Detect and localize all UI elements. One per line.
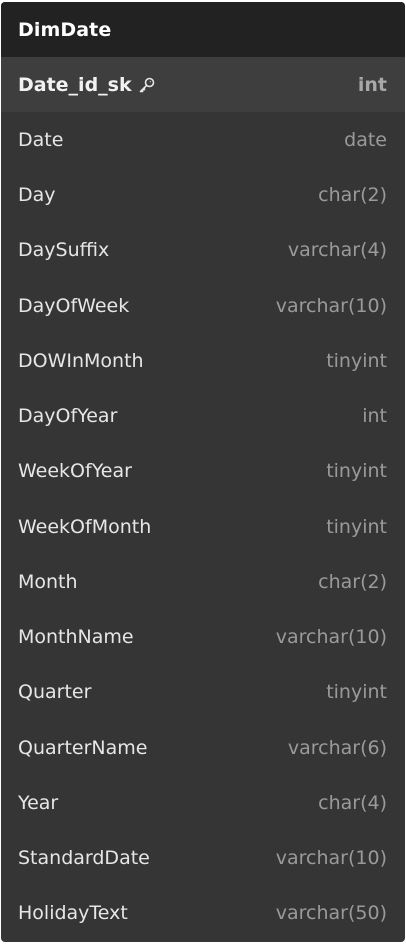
column-type: int: [357, 73, 387, 96]
column-row[interactable]: QuarterName varchar(6): [1, 720, 405, 775]
column-name-wrap: Month: [18, 571, 78, 593]
column-name-wrap: StandardDate: [18, 847, 150, 869]
column-type: tinyint: [326, 349, 387, 372]
column-name-wrap: DayOfWeek: [18, 295, 129, 317]
column-type: char(2): [318, 570, 387, 593]
column-type: date: [344, 128, 387, 151]
column-name: MonthName: [18, 626, 134, 649]
column-type: varchar(6): [287, 736, 387, 759]
column-name: Date_id_sk: [18, 73, 132, 96]
column-name: Date: [18, 128, 64, 151]
column-name: Day: [18, 184, 56, 207]
column-name: StandardDate: [18, 847, 150, 870]
column-name-wrap: Quarter: [18, 681, 91, 703]
column-row[interactable]: Day char(2): [1, 168, 405, 223]
column-row[interactable]: Date date: [1, 112, 405, 167]
column-name: DOWInMonth: [18, 349, 144, 372]
column-name-wrap: WeekOfMonth: [18, 516, 151, 538]
column-name-wrap: Day: [18, 184, 56, 206]
column-name-wrap: HolidayText: [18, 902, 128, 924]
table-card-dimdate[interactable]: DimDate Date_id_sk int Date date Day char(2) D…: [1, 2, 405, 942]
column-row[interactable]: MonthName varchar(10): [1, 610, 405, 665]
column-row[interactable]: StandardDate varchar(10): [1, 831, 405, 886]
column-name-wrap: MonthName: [18, 626, 134, 648]
column-list: Date_id_sk int Date date Day char(2) DaySuffix…: [1, 57, 405, 941]
column-name: WeekOfMonth: [18, 515, 152, 538]
column-row[interactable]: WeekOfYear tinyint: [1, 444, 405, 499]
column-name-wrap: Date: [18, 129, 63, 151]
column-name: HolidayText: [18, 902, 128, 925]
column-name-wrap: Year: [18, 792, 58, 814]
column-name: Month: [18, 570, 78, 593]
column-type: varchar(10): [275, 294, 387, 317]
column-type: tinyint: [326, 515, 387, 538]
column-name-wrap: Date_id_sk: [18, 74, 156, 96]
column-name: Quarter: [18, 681, 92, 704]
column-type: tinyint: [326, 460, 387, 483]
column-name: DayOfWeek: [18, 294, 130, 317]
column-row-primary-key[interactable]: Date_id_sk int: [1, 57, 405, 113]
key-icon: [138, 76, 156, 94]
column-type: varchar(50): [275, 902, 387, 925]
column-name-wrap: WeekOfYear: [18, 460, 132, 482]
column-row[interactable]: Quarter tinyint: [1, 665, 405, 720]
column-name-wrap: DayOfYear: [18, 405, 117, 427]
column-row[interactable]: DayOfYear int: [1, 389, 405, 444]
column-name: Year: [18, 791, 59, 814]
column-row[interactable]: DaySuffix varchar(4): [1, 223, 405, 278]
column-name-wrap: QuarterName: [18, 737, 147, 759]
column-name-wrap: DaySuffix: [18, 239, 109, 261]
column-row[interactable]: Month char(2): [1, 554, 405, 609]
column-type: varchar(10): [275, 626, 387, 649]
column-name-wrap: DOWInMonth: [18, 350, 144, 372]
column-row[interactable]: DayOfWeek varchar(10): [1, 278, 405, 333]
column-type: varchar(4): [287, 239, 387, 262]
table-header[interactable]: DimDate: [1, 2, 405, 57]
column-type: tinyint: [326, 681, 387, 704]
column-name: DayOfYear: [18, 405, 118, 428]
column-name: DaySuffix: [18, 239, 110, 262]
column-row[interactable]: DOWInMonth tinyint: [1, 333, 405, 388]
column-type: char(4): [318, 791, 387, 814]
column-name: WeekOfYear: [18, 460, 132, 483]
column-type: int: [362, 405, 387, 428]
column-row[interactable]: WeekOfMonth tinyint: [1, 499, 405, 554]
column-type: varchar(10): [275, 847, 387, 870]
column-type: char(2): [318, 184, 387, 207]
column-row[interactable]: Year char(4): [1, 775, 405, 830]
column-name: QuarterName: [18, 736, 148, 759]
table-title: DimDate: [18, 18, 112, 41]
column-row[interactable]: HolidayText varchar(50): [1, 886, 405, 941]
